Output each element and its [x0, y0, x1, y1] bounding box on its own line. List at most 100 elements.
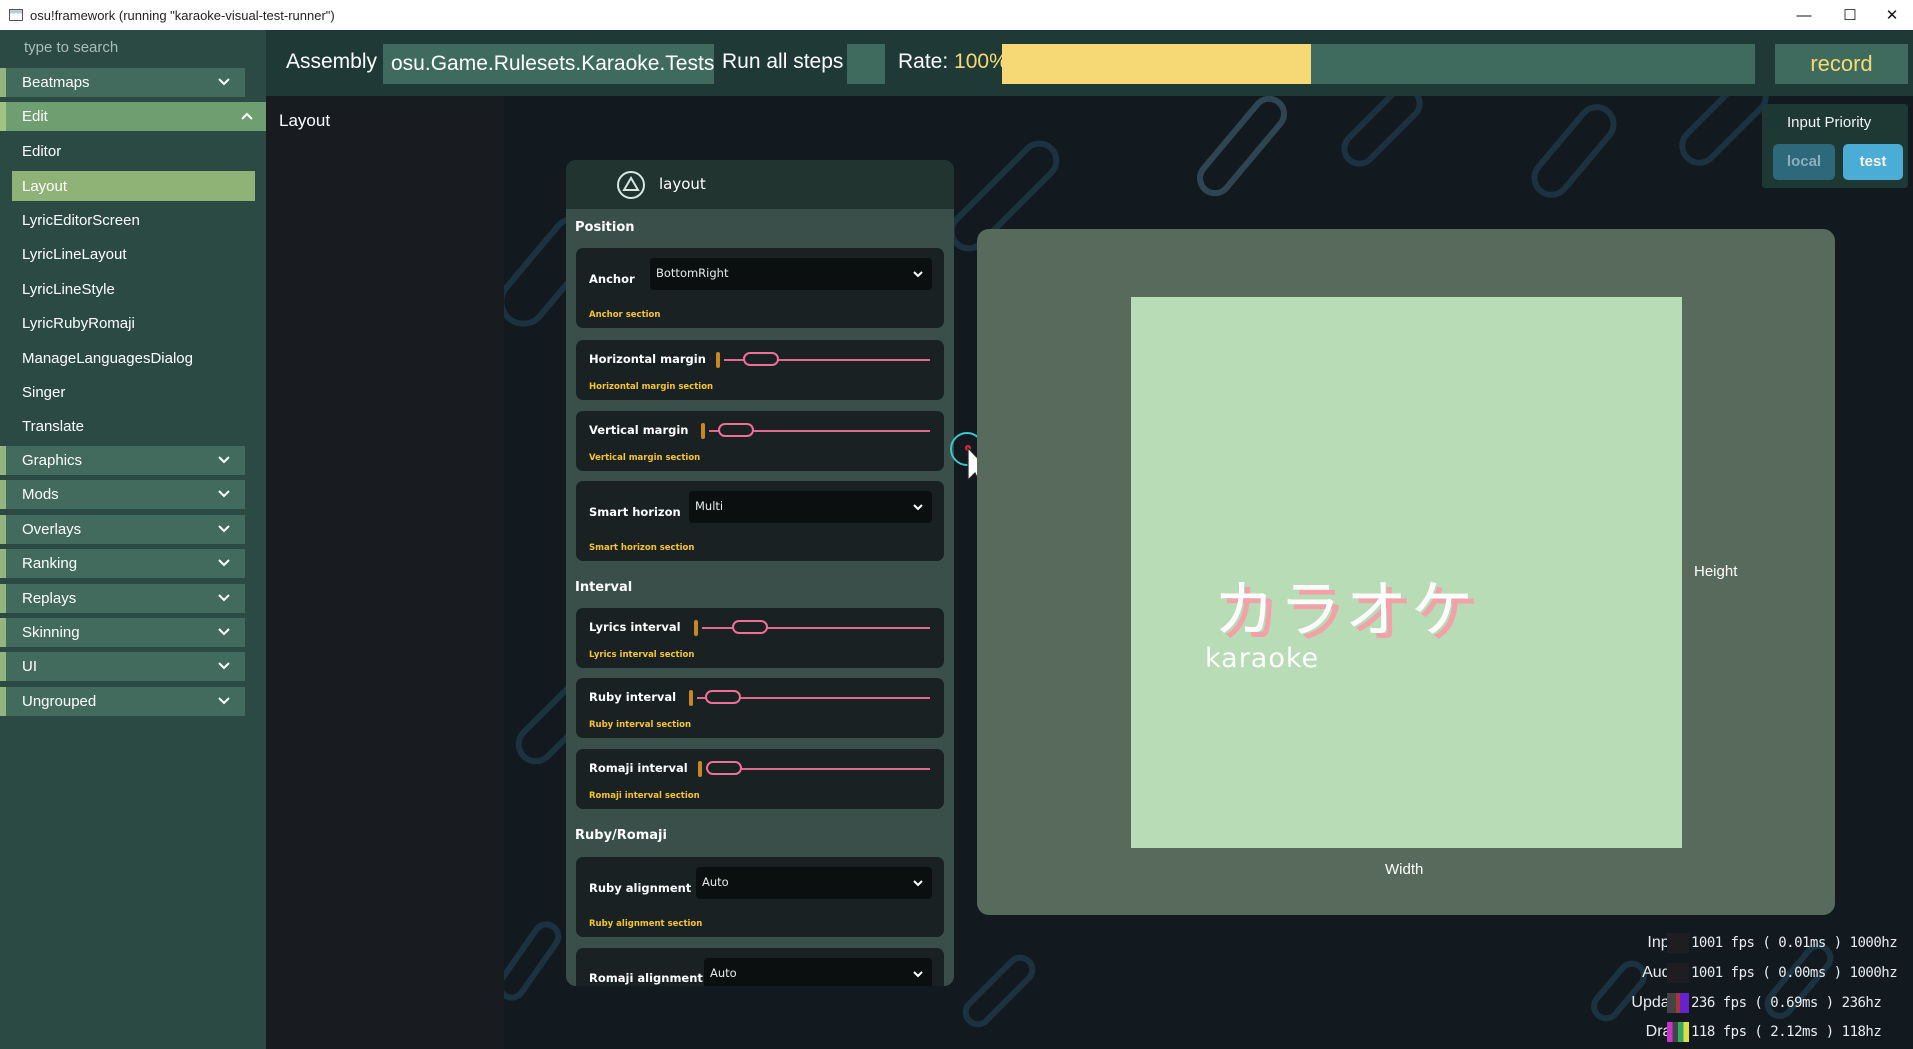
rate-slider-fill	[1002, 44, 1311, 84]
rate-slider[interactable]	[1002, 44, 1755, 84]
slider-tick	[716, 352, 720, 368]
anchor-section-label: Anchor section	[589, 310, 661, 320]
romaji-interval-slider-knob[interactable]	[706, 761, 742, 775]
romaji-interval-label: Romaji interval	[589, 761, 688, 775]
triangle-icon	[622, 176, 640, 191]
search-input[interactable]: type to search	[0, 30, 266, 64]
test-item-singer[interactable]: Singer	[12, 377, 255, 407]
group-skinning[interactable]: Skinning	[0, 618, 245, 647]
rate-value: 100%	[954, 50, 1008, 73]
background-shape	[956, 948, 1042, 1034]
test-toolbar: Assembly osu.Game.Rulesets.Karaoke.Tests…	[266, 30, 1913, 96]
perf-graph	[1667, 993, 1689, 1013]
ruby-alignment-dropdown[interactable]: Auto	[696, 867, 932, 899]
anchor-value: BottomRight	[656, 266, 729, 280]
assembly-dropdown[interactable]: osu.Game.Rulesets.Karaoke.Tests	[383, 44, 714, 84]
test-info-pane: Layout	[266, 96, 504, 1049]
group-label: Ranking	[22, 555, 78, 572]
group-label: Ungrouped	[22, 693, 97, 710]
group-mods[interactable]: Mods	[0, 480, 245, 509]
perf-value: 1001 fps ( 0.00ms ) 1000hz	[1691, 965, 1898, 981]
rate-label-text: Rate:	[898, 50, 949, 73]
vertical-margin-setting: Vertical margin Vertical margin section	[576, 411, 944, 471]
group-beatmaps[interactable]: Beatmaps	[0, 68, 245, 97]
run-all-steps-checkbox[interactable]	[847, 44, 885, 84]
lyrics-interval-slider-knob[interactable]	[732, 620, 768, 634]
smart-horizon-section-label: Smart horizon section	[589, 543, 695, 553]
section-ruby-romaji: Ruby/Romaji	[575, 828, 667, 843]
horizontal-margin-setting: Horizontal margin Horizontal margin sect…	[576, 340, 944, 400]
group-ui[interactable]: UI	[0, 652, 245, 681]
test-item-lyric-line-layout[interactable]: LyricLineLayout	[12, 239, 255, 269]
window-title-bar: osu!framework (running "karaoke-visual-t…	[0, 0, 1913, 30]
romaji-alignment-label: Romaji alignment	[589, 971, 703, 985]
width-label: Width	[1385, 861, 1424, 878]
test-item-manage-languages-dialog[interactable]: ManageLanguagesDialog	[12, 343, 255, 373]
run-all-steps-label: Run all steps	[722, 50, 844, 73]
height-label: Height	[1694, 563, 1738, 580]
ruby-interval-slider-knob[interactable]	[705, 690, 741, 704]
minimize-button[interactable]: —	[1782, 0, 1826, 30]
test-item-translate[interactable]: Translate	[12, 411, 255, 441]
group-ranking[interactable]: Ranking	[0, 549, 245, 578]
smart-horizon-dropdown[interactable]: Multi	[689, 491, 932, 523]
group-ungrouped[interactable]: Ungrouped	[0, 687, 245, 716]
anchor-dropdown[interactable]: BottomRight	[650, 258, 932, 290]
smart-horizon-setting: Smart horizon Multi Smart horizon sectio…	[576, 481, 944, 561]
rate-label: Rate: 100%	[898, 50, 1008, 74]
horizontal-margin-section-label: Horizontal margin section	[589, 382, 714, 392]
assembly-label: Assembly	[286, 50, 378, 73]
background-shape	[1333, 96, 1431, 175]
vertical-margin-slider-knob[interactable]	[718, 423, 754, 437]
panel-header: layout	[566, 160, 954, 209]
lyrics-interval-section-label: Lyrics interval section	[589, 650, 695, 660]
record-button[interactable]: record	[1775, 44, 1908, 84]
background-shape	[1189, 96, 1295, 204]
romaji-interval-section-label: Romaji interval section	[589, 791, 700, 801]
group-edit[interactable]: Edit	[0, 102, 266, 131]
close-button[interactable]: ✕	[1870, 0, 1913, 30]
test-item-lyric-line-style[interactable]: LyricLineStyle	[12, 274, 255, 304]
input-priority-title: Input Priority	[1787, 114, 1872, 131]
group-graphics[interactable]: Graphics	[0, 446, 245, 475]
window-title: osu!framework (running "karaoke-visual-t…	[30, 7, 335, 23]
perf-value: 1001 fps ( 0.01ms ) 1000hz	[1691, 935, 1898, 951]
test-item-layout[interactable]: Layout	[12, 171, 255, 201]
anchor-setting: Anchor BottomRight Anchor section	[576, 248, 944, 328]
local-button[interactable]: local	[1773, 144, 1835, 180]
maximize-button[interactable]: ☐	[1828, 0, 1872, 30]
test-button[interactable]: test	[1843, 144, 1903, 180]
perf-graph	[1667, 933, 1689, 953]
layout-logo-icon	[617, 171, 645, 199]
perf-row-draw: Draw 118 fps ( 2.12ms ) 118hz	[1551, 1019, 1911, 1047]
background-shape	[1523, 96, 1625, 206]
test-item-lyric-ruby-romaji[interactable]: LyricRubyRomaji	[12, 308, 255, 338]
chevron-down-icon	[913, 880, 923, 887]
input-priority-panel: Input Priority local test	[1762, 104, 1908, 188]
perf-row-input: Input 1001 fps ( 0.01ms ) 1000hz	[1551, 930, 1911, 958]
test-item-editor[interactable]: Editor	[12, 136, 255, 166]
test-browser-sidebar: type to search Beatmaps Edit Editor Layo…	[0, 30, 266, 1049]
group-label: Mods	[22, 486, 59, 503]
smart-horizon-label: Smart horizon	[589, 505, 681, 519]
slider-tick	[689, 690, 693, 706]
romaji-alignment-dropdown[interactable]: Auto	[704, 958, 932, 986]
horizontal-margin-label: Horizontal margin	[589, 352, 706, 366]
lyrics-interval-label: Lyrics interval	[589, 620, 681, 634]
slider-tick	[694, 620, 698, 636]
slider-tick	[698, 761, 702, 777]
section-interval: Interval	[575, 580, 633, 595]
test-item-lyric-editor-screen[interactable]: LyricEditorScreen	[12, 205, 255, 235]
slider-tick	[701, 423, 705, 439]
chevron-up-icon	[241, 112, 253, 120]
lyric-text: カラオケ	[1213, 573, 1478, 646]
group-replays[interactable]: Replays	[0, 584, 245, 613]
romaji-alignment-setting: Romaji alignment Auto	[576, 948, 944, 986]
chevron-down-icon	[913, 504, 923, 511]
chevron-down-icon	[218, 456, 230, 464]
ruby-interval-label: Ruby interval	[589, 690, 677, 704]
horizontal-margin-slider-knob[interactable]	[743, 352, 779, 366]
group-label: Graphics	[22, 452, 83, 469]
ruby-interval-setting: Ruby interval Ruby interval section	[576, 678, 944, 738]
group-overlays[interactable]: Overlays	[0, 515, 245, 544]
